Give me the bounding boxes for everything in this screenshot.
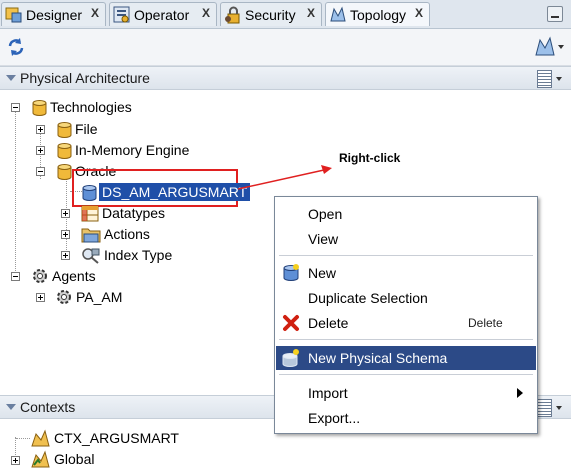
menu-separator	[279, 374, 533, 375]
collapse-toggle[interactable]	[11, 272, 20, 281]
tree-line	[16, 438, 30, 439]
tab-label: Security	[245, 6, 296, 23]
folder-icon	[81, 228, 101, 242]
operator-icon	[113, 6, 130, 22]
close-icon[interactable]: X	[202, 6, 210, 20]
right-click-label: Right-click	[339, 151, 401, 165]
menu-item-new[interactable]: New	[276, 261, 536, 285]
tree-node-agent-pa-am[interactable]: PA_AM	[55, 287, 122, 307]
physical-schema-icon	[282, 349, 299, 367]
tree-node-data-server[interactable]: DS_AM_ARGUSMART	[82, 182, 251, 202]
data-server-icon	[82, 184, 97, 201]
close-icon[interactable]: X	[415, 6, 423, 20]
physical-architecture-header[interactable]: Physical Architecture	[0, 66, 571, 90]
tree-node-in-memory-engine[interactable]: In-Memory Engine	[57, 140, 189, 160]
section-title: Physical Architecture	[20, 70, 150, 86]
editor-tab-bar: Designer X Operator X Security X Topolog…	[0, 0, 571, 29]
close-icon[interactable]: X	[91, 6, 99, 20]
tab-security[interactable]: Security X	[220, 2, 322, 26]
technology-icon	[57, 163, 72, 180]
tree-node-datatypes[interactable]: Datatypes	[81, 203, 165, 223]
context-icon	[31, 429, 50, 447]
tree-line	[15, 112, 16, 277]
expand-toggle[interactable]	[11, 456, 20, 465]
collapse-icon[interactable]	[6, 404, 16, 410]
shortcut-label: Delete	[468, 316, 503, 330]
tree-line	[66, 178, 67, 258]
navigator-toolbar	[0, 29, 571, 66]
global-context-icon	[31, 450, 50, 468]
designer-icon	[5, 7, 22, 22]
tab-designer[interactable]: Designer X	[1, 2, 106, 26]
security-icon	[225, 6, 240, 23]
tab-label: Operator	[134, 6, 190, 23]
context-item[interactable]: Global	[31, 449, 94, 469]
annotation-arrow	[237, 165, 332, 190]
menu-item-new-physical-schema[interactable]: New Physical Schema	[276, 346, 536, 370]
collapse-icon[interactable]	[6, 75, 16, 81]
expand-toggle[interactable]	[36, 293, 45, 302]
collapse-toggle[interactable]	[11, 103, 20, 112]
expand-toggle[interactable]	[61, 251, 70, 260]
datatypes-icon	[81, 205, 99, 221]
expand-toggle[interactable]	[61, 209, 70, 218]
submenu-arrow-icon	[517, 388, 523, 398]
tab-topology[interactable]: Topology X	[325, 2, 430, 26]
tab-operator[interactable]: Operator X	[109, 2, 217, 26]
refresh-icon[interactable]	[6, 37, 26, 57]
menu-item-view[interactable]: View	[276, 227, 536, 251]
expand-toggle[interactable]	[61, 230, 70, 239]
menu-separator	[279, 255, 533, 256]
topology-icon	[330, 6, 346, 21]
menu-item-import[interactable]: Import	[276, 381, 536, 405]
tree-node-file[interactable]: File	[57, 119, 98, 139]
view-menu-icon[interactable]	[537, 70, 552, 88]
expand-toggle[interactable]	[36, 125, 45, 134]
tab-label: Designer	[26, 6, 83, 23]
new-data-server-icon	[283, 264, 299, 281]
tree-node-index-type[interactable]: Index Type	[81, 245, 172, 265]
topology-menu-icon[interactable]	[534, 36, 566, 58]
menu-item-duplicate-selection[interactable]: Duplicate Selection	[276, 286, 536, 310]
agents-gear-icon	[33, 269, 47, 283]
tab-label: Topology	[350, 6, 407, 23]
section-title: Contexts	[20, 399, 76, 415]
menu-item-export[interactable]: Export...	[276, 406, 536, 430]
technology-folder-icon	[32, 99, 47, 116]
minimize-button[interactable]	[547, 6, 563, 22]
expand-toggle[interactable]	[36, 146, 45, 155]
context-menu: Open View New Duplicate Selection Delete…	[274, 196, 538, 434]
close-icon[interactable]: X	[307, 6, 315, 20]
technology-icon	[57, 142, 72, 159]
menu-item-delete[interactable]: Delete Delete	[276, 311, 536, 335]
tree-node-actions[interactable]: Actions	[81, 224, 150, 244]
agent-gear-icon	[57, 290, 71, 304]
collapse-toggle[interactable]	[36, 167, 45, 176]
view-menu-icon[interactable]	[537, 399, 552, 417]
tree-node-agents[interactable]: Agents	[31, 266, 96, 286]
menu-item-open[interactable]: Open	[276, 202, 536, 226]
delete-x-icon	[283, 315, 299, 331]
tree-node-technologies[interactable]: Technologies	[32, 97, 132, 117]
context-item[interactable]: CTX_ARGUSMART	[31, 428, 179, 448]
menu-separator	[279, 339, 533, 340]
chevron-down-icon[interactable]	[556, 77, 562, 81]
technology-icon	[57, 121, 72, 138]
chevron-down-icon[interactable]	[556, 406, 562, 410]
index-type-icon	[82, 247, 100, 264]
